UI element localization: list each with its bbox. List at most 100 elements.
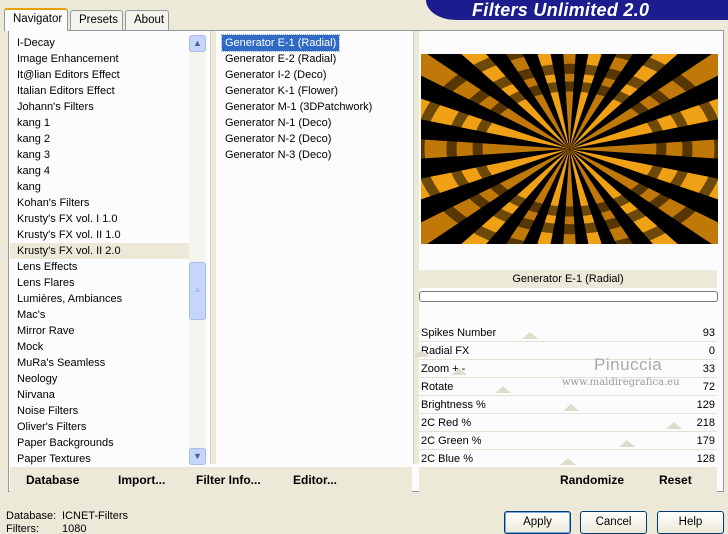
scroll-thumb[interactable]: ≡ (189, 262, 206, 320)
filter-category-item[interactable]: kang 2 (10, 131, 190, 147)
panel-divider (210, 31, 216, 464)
progress-bar (419, 291, 718, 302)
help-button[interactable]: Help (657, 511, 724, 534)
slider-track[interactable] (421, 458, 715, 465)
database-value: ICNET-Filters (62, 510, 128, 522)
slider-thumb[interactable] (521, 332, 538, 339)
effect-item[interactable]: Generator N-3 (Deco) (222, 147, 334, 163)
effect-list-row: Generator E-2 (Radial) (222, 51, 412, 67)
preview-area (419, 31, 723, 269)
filter-category-item[interactable]: It@lian Editors Effect (10, 67, 190, 83)
effect-item[interactable]: Generator E-1 (Radial) (220, 34, 341, 52)
filter-list-scrollbar[interactable]: ▲ ≡ ▼ (189, 35, 206, 465)
slider-row[interactable]: Zoom + -33 (419, 360, 717, 378)
filter-category-item[interactable]: kang 4 (10, 163, 190, 179)
effect-item[interactable]: Generator E-2 (Radial) (222, 51, 339, 67)
effect-list-row: Generator E-1 (Radial) (220, 34, 412, 52)
slider-track[interactable] (421, 440, 715, 447)
filter-category-item[interactable]: Krusty's FX vol. II 2.0 (10, 243, 190, 259)
database-button[interactable]: Database (26, 473, 79, 487)
filter-category-item[interactable]: Paper Backgrounds (10, 435, 190, 451)
slider-row[interactable]: 2C Blue % 128 (419, 450, 717, 468)
status-area: Database: ICNET-Filters Filters: 1080 (6, 510, 128, 534)
filters-label: Filters: (6, 523, 39, 534)
filter-category-item[interactable]: Kohan's Filters (10, 195, 190, 211)
slider-track[interactable] (421, 332, 715, 339)
randomize-button[interactable]: Randomize (560, 473, 624, 487)
editor-button[interactable]: Editor... (293, 473, 337, 487)
slider-thumb[interactable] (560, 458, 576, 465)
watermark-url: www.maidiregrafica.eu (562, 377, 680, 388)
slider-track[interactable] (421, 368, 715, 375)
tab-presets[interactable]: Presets (70, 10, 123, 30)
effect-list-row: Generator K-1 (Flower) (222, 83, 412, 99)
filter-category-item[interactable]: Mac's (10, 307, 190, 323)
effect-list[interactable]: Generator E-1 (Radial) Generator E-2 (Rad… (220, 34, 412, 163)
slider-thumb[interactable] (618, 440, 635, 447)
effect-list-row: Generator I-2 (Deco) (222, 67, 412, 83)
filter-category-item[interactable]: Nirvana (10, 387, 190, 403)
parameter-sliders: Spikes Number 93 Radial FX 0 Zoom + -33 Rotat… (413, 324, 717, 468)
left-toolbar: Database Import... Filter Info... Editor… (10, 467, 412, 492)
slider-track[interactable] (413, 350, 715, 357)
slider-thumb[interactable] (665, 422, 682, 429)
effect-list-row: Generator N-1 (Deco) (222, 115, 412, 131)
app-title: Filters Unlimited 2.0 (472, 0, 650, 20)
filter-category-item[interactable]: Paper Textures (10, 451, 190, 467)
effect-preview-image (421, 54, 718, 244)
slider-track[interactable] (421, 404, 715, 411)
filter-category-item[interactable]: Lumières, Ambiances (10, 291, 190, 307)
import-button[interactable]: Import... (118, 473, 165, 487)
effect-list-row: Generator N-2 (Deco) (222, 131, 412, 147)
filter-category-item[interactable]: Lens Flares (10, 275, 190, 291)
app-title-banner: Filters Unlimited 2.0 (426, 0, 728, 20)
slider-row[interactable]: 2C Green % 179 (419, 432, 717, 450)
filter-category-item[interactable]: kang (10, 179, 190, 195)
filter-category-item[interactable]: Oliver's Filters (10, 419, 190, 435)
effect-item[interactable]: Generator I-2 (Deco) (222, 67, 329, 83)
filters-count: 1080 (62, 523, 87, 534)
filter-category-item[interactable]: Noise Filters (10, 403, 190, 419)
filter-info-button[interactable]: Filter Info... (196, 473, 261, 487)
filter-category-item[interactable]: Lens Effects (10, 259, 190, 275)
effect-item[interactable]: Generator N-1 (Deco) (222, 115, 334, 131)
filter-category-item[interactable]: kang 1 (10, 115, 190, 131)
slider-thumb[interactable] (495, 386, 512, 393)
slider-track[interactable] (421, 386, 715, 393)
filter-category-item[interactable]: Neology (10, 371, 190, 387)
slider-row[interactable]: Brightness % 129 (419, 396, 717, 414)
filter-category-item[interactable]: Johann's Filters (10, 99, 190, 115)
effect-item[interactable]: Generator K-1 (Flower) (222, 83, 341, 99)
filter-category-item[interactable]: Krusty's FX vol. II 1.0 (10, 227, 190, 243)
filter-category-item[interactable]: Mirror Rave (10, 323, 190, 339)
slider-thumb[interactable] (562, 404, 579, 411)
filter-category-item[interactable]: MuRa's Seamless (10, 355, 190, 371)
preview-effect-name: Generator E-1 (Radial) (419, 270, 717, 288)
scroll-down-icon[interactable]: ▼ (189, 448, 206, 465)
filter-category-item[interactable]: Krusty's FX vol. I 1.0 (10, 211, 190, 227)
watermark-name: Pinuccia (594, 355, 663, 374)
cancel-button[interactable]: Cancel (580, 511, 647, 534)
scroll-up-icon[interactable]: ▲ (189, 35, 206, 52)
slider-row[interactable]: 2C Red % 218 (419, 414, 717, 432)
filter-category-item[interactable]: Italian Editors Effect (10, 83, 190, 99)
database-label: Database: (6, 510, 57, 522)
apply-button[interactable]: Apply (504, 511, 571, 534)
slider-thumb[interactable] (451, 368, 468, 375)
filter-category-item[interactable]: kang 3 (10, 147, 190, 163)
slider-row[interactable]: Spikes Number 93 (419, 324, 717, 342)
slider-thumb[interactable] (413, 350, 429, 357)
filter-category-item[interactable]: Image Enhancement (10, 51, 190, 67)
tab-navigator[interactable]: Navigator (4, 8, 68, 31)
filter-category-item[interactable]: I-Decay (10, 35, 190, 51)
effect-item[interactable]: Generator N-2 (Deco) (222, 131, 334, 147)
filter-category-item[interactable]: Mock (10, 339, 190, 355)
slider-track[interactable] (421, 422, 715, 429)
reset-button[interactable]: Reset (659, 473, 692, 487)
effect-item[interactable]: Generator M-1 (3DPatchwork) (222, 99, 375, 115)
tab-about[interactable]: About (125, 10, 169, 30)
right-toolbar: Randomize Reset (419, 467, 717, 492)
effect-list-row: Generator N-3 (Deco) (222, 147, 412, 163)
filter-category-list[interactable]: I-Decay Image Enhancement It@lian Editors … (10, 35, 190, 467)
slider-row[interactable]: Radial FX 0 (413, 342, 717, 360)
